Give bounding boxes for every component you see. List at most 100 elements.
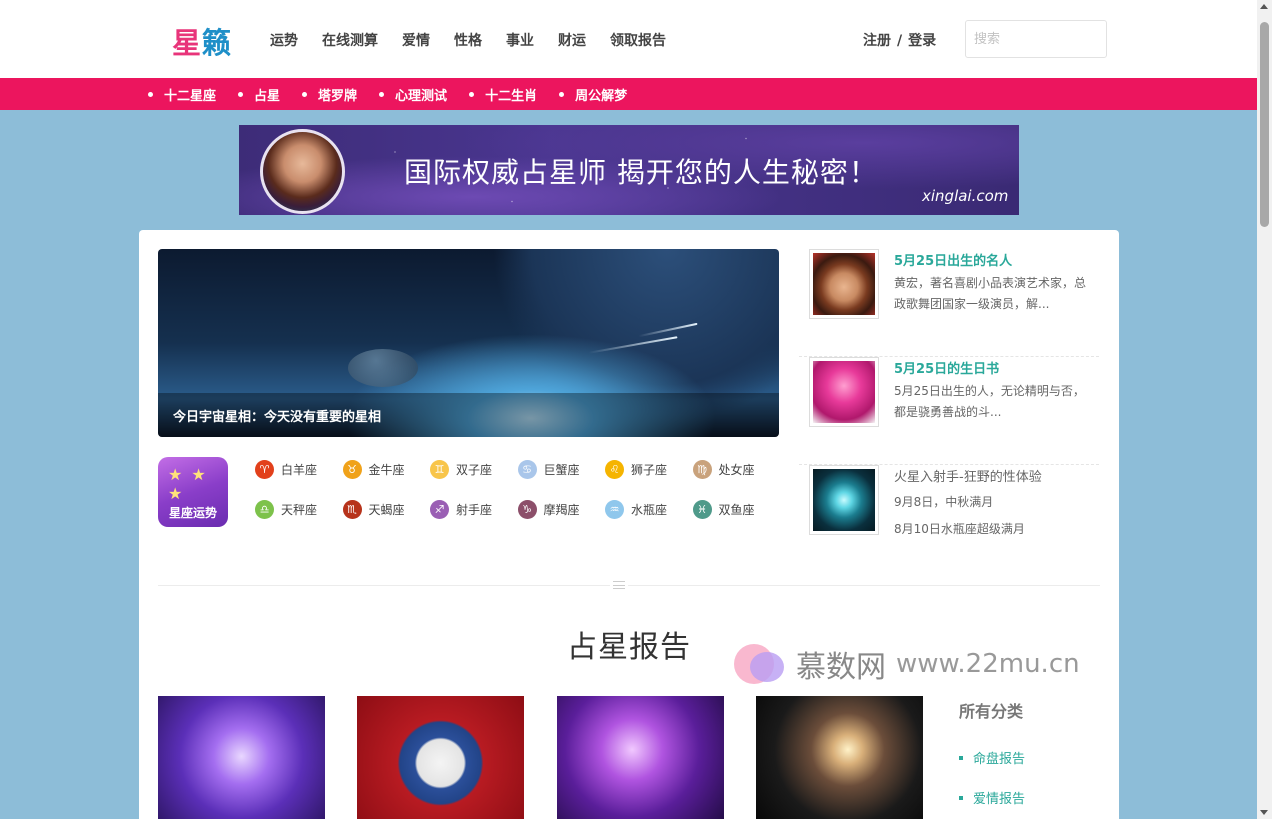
sign-capricorn[interactable]: ♑ 摩羯座 bbox=[517, 499, 606, 519]
bullet-icon bbox=[148, 91, 153, 97]
top-header: 星籁 运势 在线测算 爱情 性格 事业 财运 领取报告 注册 / 登录 bbox=[0, 0, 1257, 78]
planet-image bbox=[348, 349, 418, 387]
menu-icon bbox=[610, 579, 628, 591]
bullet-icon bbox=[469, 91, 475, 97]
sign-name: 处女座 bbox=[718, 462, 755, 477]
sign-name: 射手座 bbox=[456, 502, 493, 517]
scorpio-icon: ♏ bbox=[342, 499, 362, 519]
vertical-scrollbar[interactable] bbox=[1257, 0, 1272, 819]
sign-scorpio[interactable]: ♏ 天蝎座 bbox=[342, 499, 431, 519]
side-item-link[interactable]: 9月8日，中秋满月 bbox=[894, 493, 993, 510]
scroll-down-icon[interactable] bbox=[1260, 810, 1268, 815]
gemini-icon: ♊ bbox=[430, 459, 449, 479]
compass-rose-icon bbox=[813, 469, 875, 531]
site-logo[interactable]: 星籁 bbox=[172, 20, 232, 62]
sign-pisces[interactable]: ♓ 双鱼座 bbox=[692, 499, 781, 519]
subnav-item-astrology[interactable]: 占星 bbox=[238, 85, 280, 104]
sub-nav-bar: 十二星座 占星 塔罗牌 心理测试 十二生肖 周公解梦 bbox=[0, 78, 1257, 110]
leo-icon: ♌ bbox=[605, 459, 624, 479]
sign-virgo[interactable]: ♍ 处女座 bbox=[692, 459, 781, 479]
side-thumb bbox=[809, 465, 879, 535]
side-item-title[interactable]: 5月25日的生日书 bbox=[894, 358, 999, 377]
category-label: 命盘报告 bbox=[973, 752, 1026, 767]
side-item-title[interactable]: 5月25日出生的名人 bbox=[894, 250, 1012, 269]
sign-aquarius[interactable]: ♒ 水瓶座 bbox=[605, 499, 693, 519]
auth-links: 注册 / 登录 bbox=[863, 30, 936, 50]
subnav-item-zodiac[interactable]: 十二星座 bbox=[148, 85, 216, 104]
sign-libra[interactable]: ♎ 天秤座 bbox=[255, 499, 343, 519]
ad-banner[interactable]: 国际权威占星师 揭开您的人生秘密！ xinglai.com bbox=[239, 125, 1019, 215]
side-item-title[interactable]: 火星入射手-狂野的性体验 bbox=[894, 466, 1042, 485]
side-thumb bbox=[809, 249, 879, 319]
nav-wealth[interactable]: 财运 bbox=[558, 30, 586, 50]
scroll-up-icon[interactable] bbox=[1260, 4, 1268, 9]
subnav-item-chinese-zodiac[interactable]: 十二生肖 bbox=[469, 85, 537, 104]
sign-name: 摩羯座 bbox=[543, 502, 580, 517]
nav-get-report[interactable]: 领取报告 bbox=[610, 30, 666, 50]
sign-leo[interactable]: ♌ 狮子座 bbox=[605, 459, 693, 479]
aries-icon: ♈ bbox=[255, 459, 274, 479]
main-nav: 运势 在线测算 爱情 性格 事业 财运 领取报告 bbox=[270, 30, 690, 50]
sign-taurus[interactable]: ♉ 金牛座 bbox=[342, 459, 431, 479]
watermark: 慕数网 www.22mu.cn bbox=[730, 640, 1080, 688]
auth-separator: / bbox=[897, 33, 903, 49]
nav-online-calc[interactable]: 在线测算 bbox=[322, 30, 378, 50]
sign-name: 巨蟹座 bbox=[543, 462, 580, 477]
watermark-text: 慕数网 bbox=[796, 650, 886, 685]
report-card-1[interactable] bbox=[158, 696, 325, 819]
side-item-desc: 5月25日出生的人，无论精明与否，都是骁勇善战的斗... bbox=[894, 384, 1085, 419]
nav-career[interactable]: 事业 bbox=[506, 30, 534, 50]
search-input[interactable] bbox=[965, 20, 1107, 58]
side-item-link[interactable]: 8月10日水瓶座超级满月 bbox=[894, 520, 1025, 537]
report-card-2[interactable] bbox=[357, 696, 524, 819]
sign-name: 水瓶座 bbox=[631, 502, 668, 517]
side-item-birthday-book[interactable]: 5月25日的生日书 5月25日出生的人，无论精明与否，都是骁勇善战的斗... bbox=[799, 357, 1099, 465]
capricorn-icon: ♑ bbox=[517, 499, 537, 519]
comet-streak bbox=[588, 336, 678, 354]
sign-sagittarius[interactable]: ♐ 射手座 bbox=[430, 499, 518, 519]
virgo-icon: ♍ bbox=[692, 459, 712, 479]
nav-personality[interactable]: 性格 bbox=[454, 30, 482, 50]
side-thumb bbox=[809, 357, 879, 427]
category-item-chart-report[interactable]: 命盘报告 bbox=[959, 748, 1025, 767]
logo-char-1: 星 bbox=[172, 26, 203, 60]
watermark-logo bbox=[730, 640, 788, 688]
featured-slide[interactable]: 今日宇宙星相：今天没有重要的星相 bbox=[158, 249, 779, 437]
sign-gemini[interactable]: ♊ 双子座 bbox=[430, 459, 518, 479]
sign-name: 双子座 bbox=[456, 462, 493, 477]
comet-streak bbox=[638, 322, 698, 338]
sign-aries[interactable]: ♈ 白羊座 bbox=[255, 459, 343, 479]
libra-icon: ♎ bbox=[255, 499, 274, 519]
zodiac-logo-label: 星座运势 bbox=[168, 506, 217, 520]
side-item-mars[interactable]: 火星入射手-狂野的性体验 9月8日，中秋满月 8月10日水瓶座超级满月 bbox=[799, 465, 1099, 573]
stars-icon: ★ ★ ★ bbox=[168, 465, 208, 503]
sign-name: 狮子座 bbox=[631, 462, 668, 477]
sagittarius-icon: ♐ bbox=[430, 499, 449, 519]
subnav-item-psych-test[interactable]: 心理测试 bbox=[379, 85, 447, 104]
subnav-item-tarot[interactable]: 塔罗牌 bbox=[302, 85, 357, 104]
cancer-icon: ♋ bbox=[517, 459, 537, 479]
nav-love[interactable]: 爱情 bbox=[402, 30, 430, 50]
zodiac-logo[interactable]: ★ ★ ★ 星座运势 bbox=[158, 457, 228, 527]
astrologer-avatar bbox=[260, 129, 345, 214]
register-link[interactable]: 注册 bbox=[863, 33, 891, 49]
bullet-icon bbox=[959, 795, 963, 800]
slide-caption: 今日宇宙星相：今天没有重要的星相 bbox=[173, 410, 382, 425]
taurus-icon: ♉ bbox=[342, 459, 362, 479]
report-card-4[interactable] bbox=[756, 696, 923, 819]
subnav-item-dream[interactable]: 周公解梦 bbox=[559, 85, 627, 104]
subnav-label: 塔罗牌 bbox=[318, 88, 358, 104]
main-panel: 今日宇宙星相：今天没有重要的星相 ★ ★ ★ 星座运势 ♈ 白羊座 ♉ 金牛座 ♊ 双… bbox=[139, 230, 1119, 819]
section-divider bbox=[158, 585, 1100, 586]
subnav-label: 十二生肖 bbox=[485, 88, 538, 104]
sign-cancer[interactable]: ♋ 巨蟹座 bbox=[517, 459, 606, 479]
category-title: 所有分类 bbox=[959, 702, 1024, 721]
category-item-love-report[interactable]: 爱情报告 bbox=[959, 788, 1025, 807]
side-item-celebrity[interactable]: 5月25日出生的名人 黄宏，著名喜剧小品表演艺术家，总政歌舞团国家一级演员，解.… bbox=[799, 249, 1099, 357]
login-link[interactable]: 登录 bbox=[908, 33, 936, 49]
subnav-label: 心理测试 bbox=[395, 88, 448, 104]
report-card-3[interactable] bbox=[557, 696, 724, 819]
book-icon bbox=[813, 361, 875, 423]
nav-fortune[interactable]: 运势 bbox=[270, 30, 298, 50]
scrollbar-thumb[interactable] bbox=[1260, 22, 1269, 227]
